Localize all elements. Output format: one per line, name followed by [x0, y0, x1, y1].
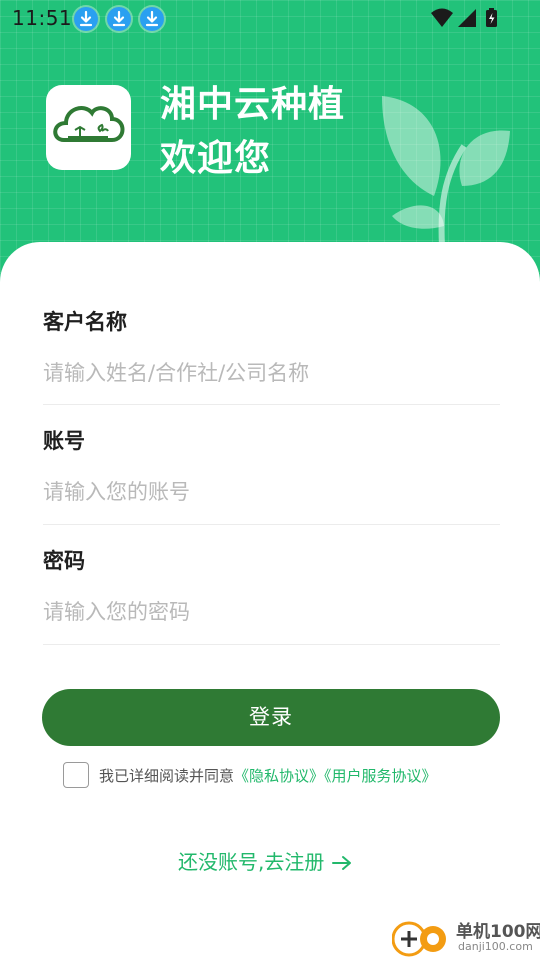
welcome-text: 欢迎您	[160, 138, 272, 179]
signal-icon	[458, 9, 476, 27]
download-icon	[74, 7, 98, 31]
status-bar: 11:51	[0, 0, 540, 36]
app-name: 湘中云种植	[160, 84, 346, 125]
divider	[43, 524, 500, 525]
arrow-right-icon	[331, 856, 351, 870]
password-label: 密码	[43, 549, 85, 573]
service-agreement-link[interactable]: 《用户服务协议》	[324, 767, 437, 785]
download-icon	[140, 7, 164, 31]
agreement-checkbox[interactable]	[63, 762, 89, 788]
watermark-title: 单机100网	[456, 922, 540, 942]
customer-name-label: 客户名称	[43, 310, 127, 334]
cloud-plant-logo-icon	[53, 106, 125, 142]
register-label: 还没账号,去注册	[178, 850, 325, 874]
watermark-url: danji100.com	[458, 940, 533, 953]
watermark: 单机100网 danji100.com	[391, 916, 540, 960]
divider	[43, 404, 500, 405]
login-button[interactable]: 登录	[42, 689, 500, 746]
app-logo	[46, 85, 131, 170]
watermark-logo-icon	[391, 921, 446, 957]
agreement-prefix: 我已详细阅读并同意	[99, 767, 235, 785]
account-label: 账号	[43, 429, 85, 453]
register-link[interactable]: 还没账号,去注册	[178, 846, 353, 875]
account-input[interactable]	[43, 470, 500, 514]
password-input[interactable]	[43, 590, 500, 634]
battery-icon	[486, 8, 497, 27]
agreement-text: 我已详细阅读并同意《隐私协议》《用户服务协议》	[99, 765, 437, 786]
divider	[43, 644, 500, 645]
status-indicators	[431, 8, 497, 27]
privacy-policy-link[interactable]: 《隐私协议》	[234, 767, 324, 785]
agreement-row: 我已详细阅读并同意《隐私协议》《用户服务协议》	[63, 762, 503, 789]
download-icon	[107, 7, 131, 31]
plant-leaves-illustration	[382, 96, 510, 246]
customer-name-input[interactable]	[43, 351, 500, 395]
status-time: 11:51	[12, 6, 73, 30]
wifi-icon	[431, 8, 453, 27]
welcome-heading: 湘中云种植 欢迎您	[160, 78, 345, 186]
